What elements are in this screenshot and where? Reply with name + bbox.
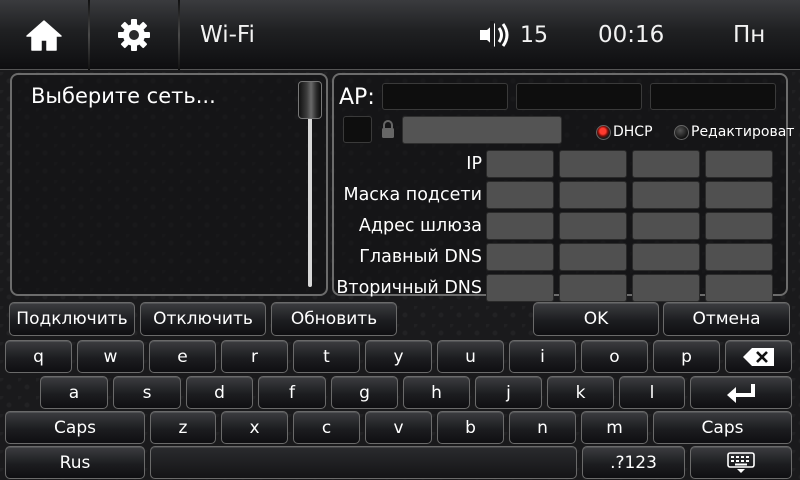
weekday: Пн <box>733 22 766 48</box>
key-e[interactable]: e <box>149 340 216 373</box>
key-a[interactable]: a <box>40 376 108 409</box>
clock: 00:16 <box>598 22 665 48</box>
key-x[interactable]: x <box>221 411 288 444</box>
secondary-dns-octet-2[interactable] <box>559 274 627 302</box>
key-o[interactable]: o <box>581 340 648 373</box>
key-q[interactable]: q <box>5 340 72 373</box>
enter-icon <box>727 383 755 403</box>
key-p[interactable]: p <box>653 340 720 373</box>
gear-icon <box>118 19 150 51</box>
gateway-octet-1[interactable] <box>486 212 554 240</box>
backspace-key[interactable] <box>725 340 792 373</box>
ip-octet-2[interactable] <box>559 150 627 178</box>
edit-radio[interactable] <box>674 125 689 140</box>
ip-octet-4[interactable] <box>705 150 773 178</box>
key-k[interactable]: k <box>547 376 614 409</box>
primary-dns-octet-4[interactable] <box>705 243 773 271</box>
gateway-octet-2[interactable] <box>559 212 627 240</box>
page-title: Wi-Fi <box>200 22 255 48</box>
gateway-octet-3[interactable] <box>632 212 700 240</box>
security-checkbox[interactable] <box>343 116 372 143</box>
key-t[interactable]: t <box>293 340 360 373</box>
key-y[interactable]: y <box>365 340 432 373</box>
network-list-panel: Выберите сеть... <box>10 73 328 296</box>
network-scroll-thumb[interactable] <box>298 81 322 119</box>
key-g[interactable]: g <box>331 376 398 409</box>
network-list-prompt: Выберите сеть... <box>31 84 216 108</box>
key-d[interactable]: d <box>186 376 253 409</box>
key-n[interactable]: n <box>509 411 576 444</box>
ap-field-3[interactable] <box>650 83 776 110</box>
ap-field-2[interactable] <box>516 83 642 110</box>
ap-field-1[interactable] <box>382 83 508 110</box>
ip-label: IP <box>466 154 482 174</box>
lock-icon <box>382 120 394 138</box>
space-key[interactable] <box>150 446 577 479</box>
primary-dns-label: Главный DNS <box>359 247 482 267</box>
settings-button[interactable] <box>90 0 178 70</box>
key-c[interactable]: c <box>293 411 360 444</box>
key-w[interactable]: w <box>77 340 144 373</box>
volume-button[interactable] <box>474 0 514 70</box>
subnet-mask-octet-3[interactable] <box>632 181 700 209</box>
disconnect-button[interactable]: Отключить <box>140 302 266 336</box>
key-j[interactable]: j <box>475 376 542 409</box>
cancel-button[interactable]: Отмена <box>663 302 790 336</box>
refresh-button[interactable]: Обновить <box>271 302 397 336</box>
enter-key[interactable] <box>690 376 792 409</box>
subnet-mask-octet-1[interactable] <box>486 181 554 209</box>
ip-octet-3[interactable] <box>632 150 700 178</box>
key-v[interactable]: v <box>365 411 432 444</box>
top-bar: Wi-Fi 15 00:16 Пн <box>0 0 800 70</box>
primary-dns-octet-1[interactable] <box>486 243 554 271</box>
subnet-mask-octet-4[interactable] <box>705 181 773 209</box>
volume-icon <box>480 21 509 49</box>
primary-dns-octet-2[interactable] <box>559 243 627 271</box>
home-icon <box>26 20 62 51</box>
gateway-octet-4[interactable] <box>705 212 773 240</box>
secondary-dns-octet-1[interactable] <box>486 274 554 302</box>
home-button[interactable] <box>0 0 88 70</box>
dhcp-radio[interactable] <box>596 125 611 140</box>
key-h[interactable]: h <box>403 376 470 409</box>
ok-button[interactable]: OK <box>533 302 659 336</box>
hide-keyboard-key[interactable] <box>690 446 792 479</box>
dhcp-label: DHCP <box>613 124 653 140</box>
key-s[interactable]: s <box>113 376 181 409</box>
secondary-dns-octet-4[interactable] <box>705 274 773 302</box>
symbols-key[interactable]: .?123 <box>582 446 685 479</box>
primary-dns-octet-3[interactable] <box>632 243 700 271</box>
key-l[interactable]: l <box>619 376 685 409</box>
caps-key-right[interactable]: Caps <box>653 411 792 444</box>
caps-key-left[interactable]: Caps <box>5 411 145 444</box>
subnet-mask-label: Маска подсети <box>343 185 482 205</box>
key-i[interactable]: i <box>509 340 576 373</box>
gateway-label: Адрес шлюза <box>358 216 482 236</box>
secondary-dns-label: Вторичный DNS <box>336 278 482 298</box>
key-u[interactable]: u <box>437 340 504 373</box>
volume-level: 15 <box>520 22 548 48</box>
key-f[interactable]: f <box>258 376 326 409</box>
password-field[interactable] <box>402 116 562 144</box>
ip-octet-1[interactable] <box>486 150 554 178</box>
subnet-mask-octet-2[interactable] <box>559 181 627 209</box>
key-m[interactable]: m <box>581 411 648 444</box>
connect-button[interactable]: Подключить <box>9 302 135 336</box>
language-key[interactable]: Rus <box>5 446 145 479</box>
key-r[interactable]: r <box>221 340 288 373</box>
key-z[interactable]: z <box>150 411 216 444</box>
edit-label: Редактироват <box>691 124 795 140</box>
secondary-dns-octet-3[interactable] <box>632 274 700 302</box>
config-panel: AP: DHCP Редактироват IP Маска подсети А… <box>332 73 794 302</box>
key-b[interactable]: b <box>437 411 504 444</box>
keyboard-icon <box>727 451 755 473</box>
backspace-icon <box>742 347 774 366</box>
ap-label: AP: <box>339 85 375 110</box>
